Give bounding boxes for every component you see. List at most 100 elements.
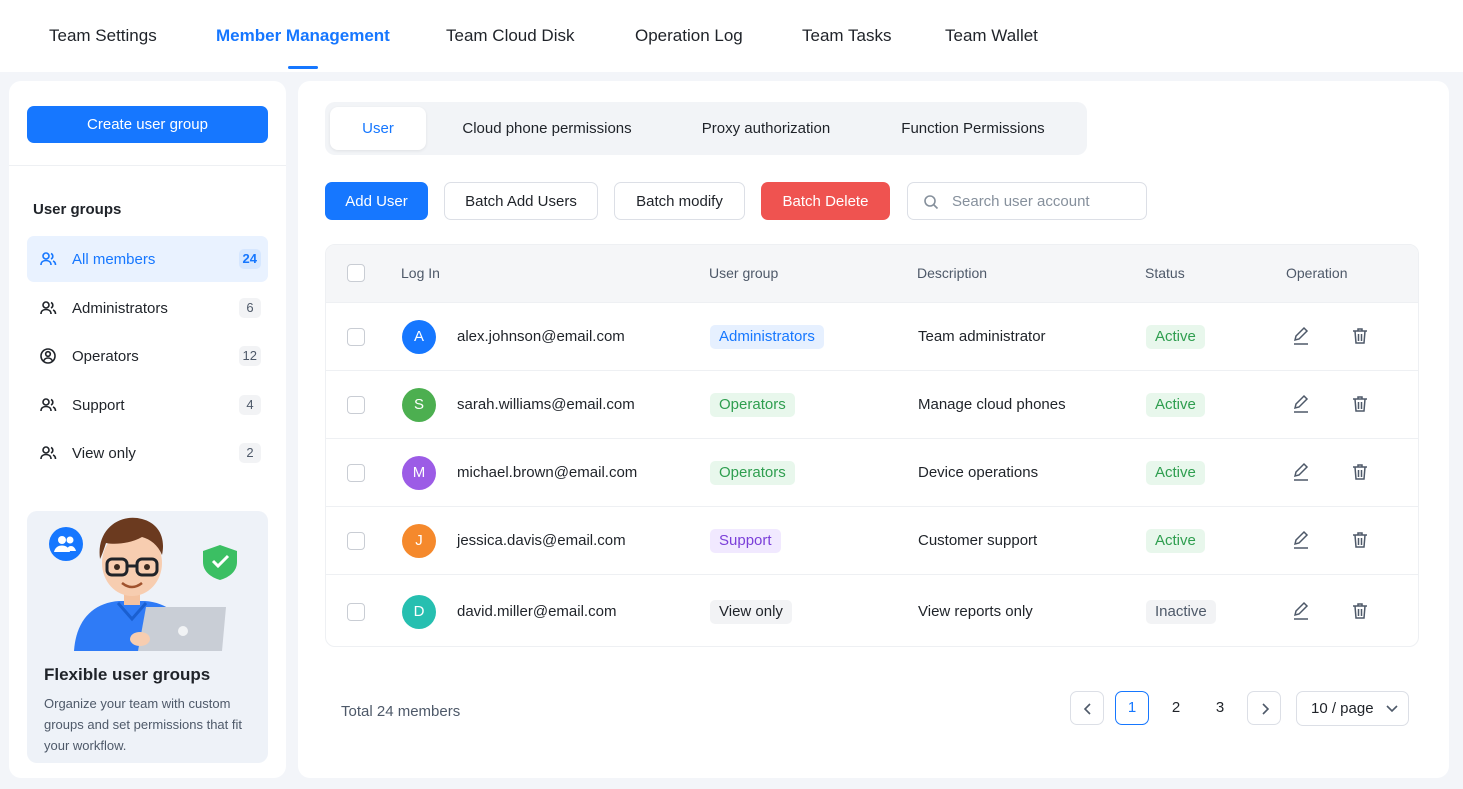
tab-team-cloud-disk[interactable]: Team Cloud Disk: [446, 26, 575, 46]
sidebar-item-operators[interactable]: Operators 12: [27, 333, 268, 379]
group-count-badge: 2: [239, 443, 261, 463]
create-user-group-button[interactable]: Create user group: [27, 106, 268, 143]
user-description: Device operations: [918, 464, 1039, 481]
status-badge: Inactive: [1146, 600, 1216, 624]
delete-icon[interactable]: [1350, 326, 1370, 346]
avatar: M: [402, 456, 436, 490]
batch-add-users-button[interactable]: Batch Add Users: [444, 182, 598, 220]
sidebar-item-label: All members: [72, 251, 156, 268]
edit-icon[interactable]: [1291, 462, 1311, 482]
avatar: D: [402, 595, 436, 629]
users-table: Log In User group Description Status Ope…: [325, 244, 1419, 647]
select-all-checkbox[interactable]: [347, 264, 365, 282]
user-description: Customer support: [918, 532, 1038, 549]
sidebar-item-all-members[interactable]: All members 24: [27, 236, 268, 282]
subtab-cloud-phone-permissions[interactable]: Cloud phone permissions: [447, 107, 647, 150]
total-members-text: Total 24 members: [341, 703, 461, 720]
prev-page-button[interactable]: [1070, 691, 1104, 725]
column-header-log-in: Log In: [401, 265, 440, 281]
avatar: J: [402, 524, 436, 558]
table-row: M michael.brown@email.com Operators Devi…: [326, 438, 1418, 506]
user-email: jessica.davis@email.com: [457, 532, 626, 549]
delete-icon[interactable]: [1350, 601, 1370, 621]
user-description: View reports only: [918, 603, 1033, 620]
user-email: michael.brown@email.com: [457, 464, 638, 481]
row-checkbox[interactable]: [347, 328, 365, 346]
user-group-tag: View only: [710, 600, 792, 624]
delete-icon[interactable]: [1350, 462, 1370, 482]
search-box: [907, 182, 1147, 220]
active-tab-indicator: [288, 66, 318, 69]
subtab-proxy-authorization[interactable]: Proxy authorization: [665, 107, 867, 150]
edit-icon[interactable]: [1291, 394, 1311, 414]
page-3-button[interactable]: 3: [1203, 691, 1237, 725]
page-size-value: 10 / page: [1311, 700, 1374, 717]
page-2-button[interactable]: 2: [1159, 691, 1193, 725]
table-row: J jessica.davis@email.com Support Custom…: [326, 506, 1418, 574]
group-count-badge: 12: [238, 346, 261, 366]
user-groups-title: User groups: [33, 201, 122, 218]
edit-icon[interactable]: [1291, 326, 1311, 346]
row-checkbox[interactable]: [347, 464, 365, 482]
subtab-user[interactable]: User: [330, 107, 426, 150]
search-input[interactable]: [952, 191, 1137, 211]
status-badge: Active: [1146, 529, 1205, 553]
edit-icon[interactable]: [1291, 601, 1311, 621]
column-header-status: Status: [1145, 265, 1185, 281]
user-admin-icon: [40, 301, 57, 315]
promo-description: Organize your team with custom groups an…: [44, 696, 242, 753]
group-count-badge: 6: [239, 298, 261, 318]
sidebar-item-administrators[interactable]: Administrators 6: [27, 285, 268, 331]
user-support-icon: [40, 398, 57, 412]
column-header-user-group: User group: [709, 265, 779, 281]
subtab-function-permissions[interactable]: Function Permissions: [885, 107, 1061, 150]
row-checkbox[interactable]: [347, 532, 365, 550]
user-email: david.miller@email.com: [457, 603, 617, 620]
sidebar-item-label: Support: [72, 397, 125, 414]
sidebar-item-view-only[interactable]: View only 2: [27, 430, 268, 476]
status-badge: Active: [1146, 325, 1205, 349]
divider: [9, 165, 286, 166]
sidebar: Create user group User groups All member…: [9, 81, 286, 778]
group-count-badge: 24: [238, 249, 261, 269]
sidebar-item-label: View only: [72, 445, 136, 462]
tab-team-settings[interactable]: Team Settings: [49, 26, 157, 46]
edit-icon[interactable]: [1291, 530, 1311, 550]
tab-team-wallet[interactable]: Team Wallet: [945, 26, 1038, 46]
group-count-badge: 4: [239, 395, 261, 415]
batch-delete-button[interactable]: Batch Delete: [761, 182, 890, 220]
user-email: alex.johnson@email.com: [457, 328, 625, 345]
delete-icon[interactable]: [1350, 530, 1370, 550]
column-header-description: Description: [917, 265, 988, 281]
promo-title: Flexible user groups: [44, 665, 211, 684]
developer-illustration: [42, 511, 253, 651]
table-row: S sarah.williams@email.com Operators Man…: [326, 370, 1418, 438]
sidebar-item-support[interactable]: Support 4: [27, 382, 268, 428]
user-view-icon: [40, 446, 57, 460]
user-description: Team administrator: [918, 328, 1046, 345]
chevron-down-icon: [1386, 705, 1398, 713]
row-checkbox[interactable]: [347, 603, 365, 621]
next-page-button[interactable]: [1247, 691, 1281, 725]
page-size-select[interactable]: 10 / page: [1296, 691, 1409, 726]
user-group-tag: Operators: [710, 393, 795, 417]
add-user-button[interactable]: Add User: [325, 182, 428, 220]
status-badge: Active: [1146, 393, 1205, 417]
status-badge: Active: [1146, 461, 1205, 485]
sidebar-item-label: Administrators: [72, 300, 168, 317]
promo-card: Flexible user groups Organize your team …: [27, 511, 268, 763]
top-navigation: Team Settings Member Management Team Clo…: [0, 0, 1463, 72]
page-1-button[interactable]: 1: [1115, 691, 1149, 725]
sidebar-item-label: Operators: [72, 348, 139, 365]
user-email: sarah.williams@email.com: [457, 396, 635, 413]
batch-modify-button[interactable]: Batch modify: [614, 182, 745, 220]
tab-operation-log[interactable]: Operation Log: [635, 26, 743, 46]
row-checkbox[interactable]: [347, 396, 365, 414]
table-row: D david.miller@email.com View only View …: [326, 574, 1418, 646]
tab-team-tasks[interactable]: Team Tasks: [802, 26, 891, 46]
delete-icon[interactable]: [1350, 394, 1370, 414]
tab-member-management[interactable]: Member Management: [216, 26, 390, 46]
chevron-left-icon: [1083, 703, 1091, 715]
user-description: Manage cloud phones: [918, 396, 1066, 413]
main-panel: User Cloud phone permissions Proxy autho…: [298, 81, 1449, 778]
